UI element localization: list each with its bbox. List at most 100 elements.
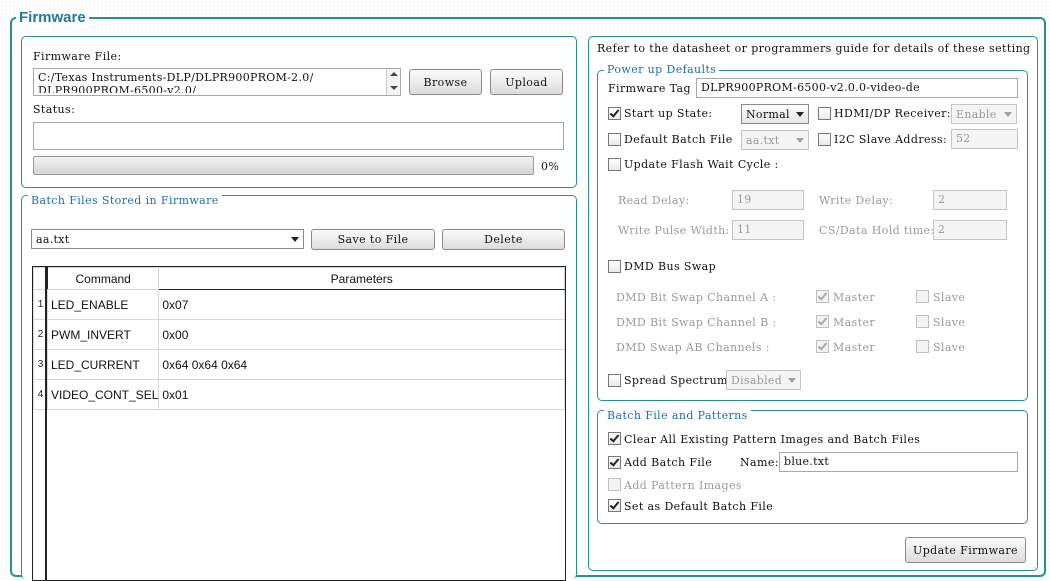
table-row[interactable]: 2 PWM_INVERT 0x00 xyxy=(33,319,565,350)
parameters-cell: 0x64 0x64 0x64 xyxy=(158,349,565,380)
command-cell: LED_ENABLE xyxy=(46,289,160,320)
default-batch-value: aa.txt xyxy=(746,134,780,147)
read-delay-label: Read Delay: xyxy=(618,194,690,207)
update-firmware-button[interactable]: Update Firmware xyxy=(905,537,1026,563)
command-cell: PWM_INVERT xyxy=(46,319,160,350)
default-batch-select[interactable]: aa.txt xyxy=(741,130,809,150)
write-pulse-label: Write Pulse Width: xyxy=(618,224,730,237)
hdmi-receiver-value: Enable xyxy=(956,108,997,121)
firmware-tag-input[interactable]: DLPR900PROM-6500-v2.0.0-video-de xyxy=(696,78,1018,98)
scroll-down-icon[interactable] xyxy=(390,86,398,90)
progress-percent: 0% xyxy=(541,160,560,173)
delete-button[interactable]: Delete xyxy=(442,229,565,250)
i2c-address-checkbox[interactable] xyxy=(818,133,831,146)
swap-a-slave-checkbox[interactable] xyxy=(916,290,929,303)
row-number: 1 xyxy=(33,289,48,320)
row-number: 3 xyxy=(33,349,48,380)
page-title: Firmware xyxy=(16,9,89,26)
save-to-file-button[interactable]: Save to File xyxy=(311,229,435,250)
batch-file-selected: aa.txt xyxy=(36,233,70,246)
spread-spectrum-label: Spread Spectrum xyxy=(624,374,728,387)
swap-a-master-checkbox[interactable] xyxy=(816,290,829,303)
firmware-path-field[interactable]: C:/Texas Instruments-DLP/DLPR900PROM-2.0… xyxy=(33,68,401,96)
row-number: 4 xyxy=(33,379,48,410)
swap-a-slave-label: Slave xyxy=(933,291,966,304)
dmd-bus-swap-checkbox[interactable] xyxy=(608,260,621,273)
browse-button[interactable]: Browse xyxy=(409,69,482,95)
read-delay-input[interactable]: 19 xyxy=(732,190,804,210)
upload-button[interactable]: Upload xyxy=(490,69,563,95)
i2c-address-input[interactable]: 52 xyxy=(951,129,1018,149)
table-row[interactable]: 4 VIDEO_CONT_SEL 0x01 xyxy=(33,379,565,410)
check-icon xyxy=(609,107,620,118)
flash-wait-label: Update Flash Wait Cycle : xyxy=(624,158,779,171)
swap-ab-slave-checkbox[interactable] xyxy=(916,340,929,353)
parameters-cell: 0x07 xyxy=(158,289,565,320)
table-header-row: Command Parameters xyxy=(33,267,565,290)
command-cell: VIDEO_CONT_SEL xyxy=(46,379,160,410)
swap-b-slave-checkbox[interactable] xyxy=(916,315,929,328)
batch-file-select[interactable]: aa.txt xyxy=(31,229,304,249)
cs-hold-input[interactable]: 2 xyxy=(933,220,1007,240)
swap-b-master-checkbox[interactable] xyxy=(816,315,829,328)
swap-b-label: DMD Bit Swap Channel B : xyxy=(616,316,777,329)
write-pulse-input[interactable]: 11 xyxy=(732,220,804,240)
startup-state-label: Start up State: xyxy=(624,107,713,120)
hdmi-receiver-checkbox[interactable] xyxy=(818,107,831,120)
startup-state-checkbox[interactable] xyxy=(608,107,621,120)
chevron-down-icon xyxy=(291,237,299,242)
command-cell: LED_CURRENT xyxy=(46,349,160,380)
parameters-cell: 0x01 xyxy=(158,379,565,410)
spread-spectrum-value: Disabled xyxy=(731,374,783,387)
swap-a-label: DMD Bit Swap Channel A : xyxy=(616,291,777,304)
status-label: Status: xyxy=(33,103,76,116)
swap-ab-master-checkbox[interactable] xyxy=(816,340,829,353)
swap-ab-label: DMD Swap AB Channels : xyxy=(616,341,770,354)
startup-state-value: Normal xyxy=(746,108,790,121)
row-number-header xyxy=(33,267,48,290)
add-pattern-label: Add Pattern Images xyxy=(624,479,742,492)
write-delay-input[interactable]: 2 xyxy=(933,190,1007,210)
spread-spectrum-select[interactable]: Disabled xyxy=(726,370,801,390)
scroll-up-icon[interactable] xyxy=(390,72,398,76)
name-label: Name: xyxy=(740,456,779,469)
hdmi-receiver-select[interactable]: Enable xyxy=(951,104,1017,124)
add-pattern-checkbox[interactable] xyxy=(608,478,621,491)
clear-existing-checkbox[interactable] xyxy=(608,432,621,445)
chevron-down-icon xyxy=(788,378,796,383)
powerup-legend: Power up Defaults xyxy=(604,63,720,76)
flash-wait-checkbox[interactable] xyxy=(608,158,621,171)
default-batch-checkbox[interactable] xyxy=(608,133,621,146)
add-batch-checkbox[interactable] xyxy=(608,456,621,469)
set-default-label: Set as Default Batch File xyxy=(624,500,774,513)
firmware-path-line-1: C:/Texas Instruments-DLP/DLPR900PROM-2.0… xyxy=(38,71,314,84)
check-icon xyxy=(609,432,620,443)
upload-progress-bar xyxy=(33,156,534,175)
table-row[interactable]: 3 LED_CURRENT 0x64 0x64 0x64 xyxy=(33,349,565,380)
chevron-down-icon xyxy=(796,138,804,143)
table-row[interactable]: 1 LED_ENABLE 0x07 xyxy=(33,289,565,320)
batch-table-grid: Command Parameters 1 LED_ENABLE 0x07 2 PWM_I… xyxy=(33,267,565,410)
path-scrollbar[interactable] xyxy=(386,69,400,95)
firmware-file-label: Firmware File: xyxy=(33,50,122,63)
check-icon xyxy=(817,340,828,351)
spread-spectrum-checkbox[interactable] xyxy=(608,374,621,387)
swap-b-master-label: Master xyxy=(833,316,876,329)
parameters-column-header[interactable]: Parameters xyxy=(158,267,565,290)
batch-files-legend: Batch Files Stored in Firmware xyxy=(28,194,222,207)
chevron-down-icon xyxy=(796,112,804,117)
batch-name-input[interactable]: blue.txt xyxy=(779,452,1018,472)
check-icon xyxy=(817,315,828,326)
startup-state-select[interactable]: Normal xyxy=(741,104,809,124)
chevron-down-icon xyxy=(1004,112,1012,117)
cs-hold-label: CS/Data Hold time: xyxy=(819,224,935,237)
i2c-address-label: I2C Slave Address: xyxy=(834,133,948,146)
write-delay-label: Write Delay: xyxy=(819,194,894,207)
command-column-header[interactable]: Command xyxy=(46,267,160,290)
clear-existing-label: Clear All Existing Pattern Images and Ba… xyxy=(624,433,921,446)
swap-b-slave-label: Slave xyxy=(933,316,966,329)
set-default-checkbox[interactable] xyxy=(608,499,621,512)
check-icon xyxy=(609,456,620,467)
swap-ab-master-label: Master xyxy=(833,341,876,354)
batch-patterns-legend: Batch File and Patterns xyxy=(604,409,751,422)
